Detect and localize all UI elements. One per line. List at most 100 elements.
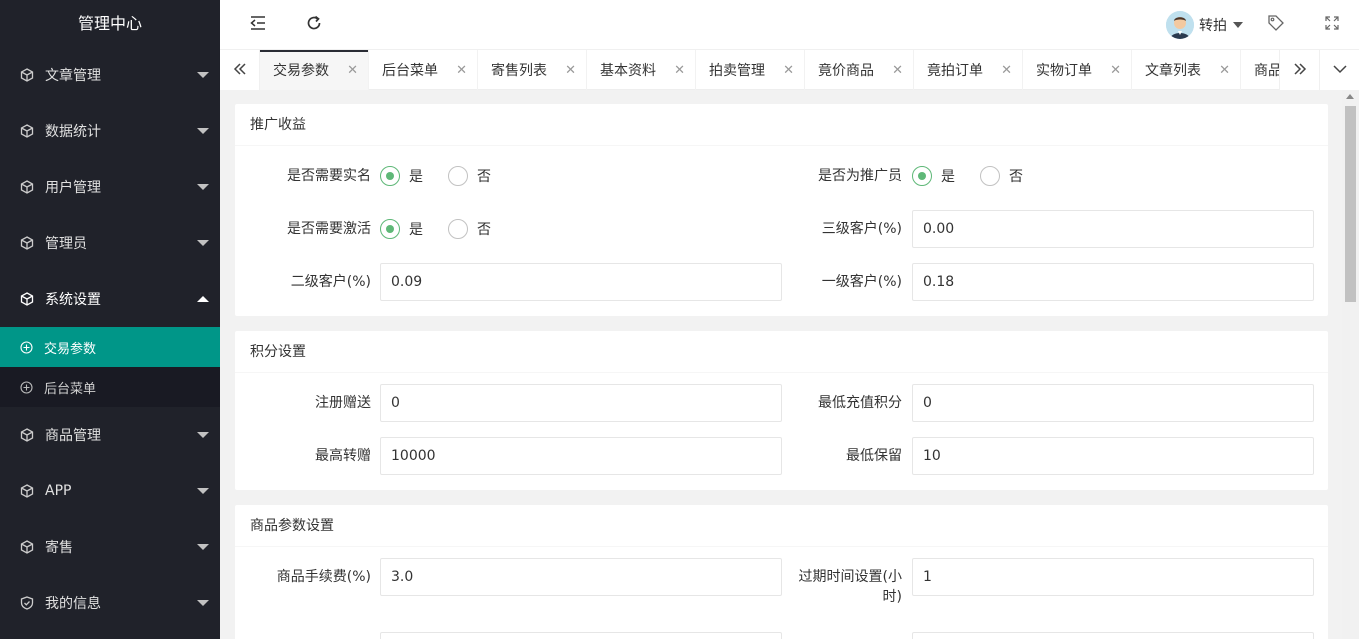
tag-icon [1267, 14, 1285, 36]
sidebar-subitem-label: 后台菜单 [44, 381, 97, 397]
top-header: 转拍 [220, 0, 1359, 50]
tab-label: 后台菜单 [382, 63, 438, 79]
chevron-down-icon [197, 128, 209, 134]
realname-yes-radio[interactable]: 是 [380, 157, 423, 195]
level1-input[interactable]: 0.18 [912, 263, 1314, 301]
scroll-thumb[interactable] [1345, 106, 1356, 302]
sidebar-item-my-info[interactable]: 我的信息 [0, 575, 220, 631]
tab-auction-manage[interactable]: 拍卖管理 ✕ [696, 50, 805, 90]
sidebar-subitem-admin-menu[interactable]: 后台菜单 [0, 367, 220, 407]
scrollbar[interactable] [1342, 90, 1359, 639]
next-input[interactable] [912, 632, 1314, 639]
cube-icon [20, 236, 34, 250]
sidebar-item-consign[interactable]: 寄售 [0, 519, 220, 575]
tabs-menu-button[interactable] [1319, 50, 1359, 90]
cube-icon [20, 292, 34, 306]
sidebar-item-label: 文章管理 [45, 68, 101, 84]
promoter-yes-radio[interactable]: 是 [912, 157, 955, 195]
realname-no-radio[interactable]: 否 [448, 157, 491, 195]
radio-checked-icon [380, 219, 400, 239]
tab-goods[interactable]: 商品 [1241, 50, 1279, 90]
double-chevron-right-icon [1292, 58, 1308, 82]
card-title: 积分设置 [235, 331, 1328, 373]
tab-trade-params[interactable]: 交易参数 ✕ [260, 50, 369, 90]
card-promo: 推广收益 是否需要实名 是 否 是否为推广员 是 否 是否需要激活 是 否 三级… [235, 104, 1328, 316]
chevron-down-icon [197, 72, 209, 78]
tabs-scroll-right-button[interactable] [1279, 50, 1319, 90]
collapse-menu-button[interactable] [248, 15, 268, 35]
plus-circle-icon [20, 380, 33, 394]
cube-icon [20, 68, 34, 82]
tab-bid-goods[interactable]: 竟价商品 ✕ [805, 50, 914, 90]
close-icon[interactable]: ✕ [1110, 63, 1121, 78]
level2-input[interactable]: 0.09 [380, 263, 782, 301]
sidebar-item-app[interactable]: APP [0, 463, 220, 519]
realname-label: 是否需要实名 [287, 168, 371, 184]
sidebar-item-admins[interactable]: 管理员 [0, 215, 220, 271]
close-icon[interactable]: ✕ [347, 63, 358, 78]
sidebar-subitem-label: 交易参数 [44, 341, 97, 357]
tab-consign-list[interactable]: 寄售列表 ✕ [478, 50, 587, 90]
tab-basic-info[interactable]: 基本资料 ✕ [587, 50, 696, 90]
fullscreen-icon [1324, 15, 1340, 35]
radio-unchecked-icon [448, 166, 468, 186]
min-recharge-input[interactable]: 0 [912, 384, 1314, 422]
tab-physical-orders[interactable]: 实物订单 ✕ [1023, 50, 1132, 90]
chevron-down-icon [197, 432, 209, 438]
radio-label: 否 [1009, 169, 1023, 185]
tab-label: 寄售列表 [491, 63, 547, 79]
radio-label: 是 [941, 169, 955, 185]
refresh-icon [305, 14, 323, 36]
tabs-scroll-left-button[interactable] [220, 50, 260, 90]
avatar [1166, 11, 1194, 39]
tag-button[interactable] [1266, 15, 1286, 35]
close-icon[interactable]: ✕ [565, 63, 576, 78]
min-keep-input[interactable]: 10 [912, 437, 1314, 475]
expire-label-line2: 时) [882, 589, 902, 605]
close-icon[interactable]: ✕ [783, 63, 794, 78]
min-keep-label: 最低保留 [846, 448, 902, 464]
chevron-down-icon [197, 184, 209, 190]
close-icon[interactable]: ✕ [674, 63, 685, 78]
user-menu[interactable]: 转拍 [1166, 10, 1243, 40]
promoter-no-radio[interactable]: 否 [980, 157, 1023, 195]
close-icon[interactable]: ✕ [892, 63, 903, 78]
close-icon[interactable]: ✕ [1001, 63, 1012, 78]
sidebar-item-articles[interactable]: 文章管理 [0, 47, 220, 103]
sidebar-item-users[interactable]: 用户管理 [0, 159, 220, 215]
max-transfer-input[interactable]: 10000 [380, 437, 782, 475]
refresh-button[interactable] [304, 15, 324, 35]
sidebar-item-stats[interactable]: 数据统计 [0, 103, 220, 159]
next-input[interactable] [380, 632, 782, 639]
sidebar-item-settings[interactable]: 系统设置 [0, 271, 220, 327]
tab-label: 基本资料 [600, 63, 656, 79]
register-input[interactable]: 0 [380, 384, 782, 422]
tab-admin-menu[interactable]: 后台菜单 ✕ [369, 50, 478, 90]
tab-bid-orders[interactable]: 竟拍订单 ✕ [914, 50, 1023, 90]
activate-yes-radio[interactable]: 是 [380, 210, 423, 248]
expire-input[interactable]: 1 [912, 558, 1314, 596]
cube-icon [20, 484, 34, 498]
radio-label: 否 [477, 169, 491, 185]
tab-label: 拍卖管理 [709, 63, 765, 79]
min-recharge-label: 最低充值积分 [818, 395, 902, 411]
shield-check-icon [20, 596, 34, 610]
activate-no-radio[interactable]: 否 [448, 210, 491, 248]
fee-input[interactable]: 3.0 [380, 558, 782, 596]
fullscreen-button[interactable] [1322, 15, 1342, 35]
close-icon[interactable]: ✕ [1219, 63, 1230, 78]
register-label: 注册赠送 [315, 395, 371, 411]
cube-icon [20, 180, 34, 194]
level2-label: 二级客户(%) [290, 274, 371, 290]
radio-unchecked-icon [980, 166, 1000, 186]
sidebar-subitem-trade-params[interactable]: 交易参数 [0, 327, 220, 367]
scroll-up-icon[interactable] [1346, 94, 1354, 99]
cube-icon [20, 540, 34, 554]
tab-article-list[interactable]: 文章列表 ✕ [1132, 50, 1241, 90]
card-points: 积分设置 注册赠送 0 最低充值积分 0 最高转赠 10000 最低保留 10 [235, 331, 1328, 490]
level3-input[interactable]: 0.00 [912, 210, 1314, 248]
close-icon[interactable]: ✕ [456, 63, 467, 78]
expire-label-line1: 过期时间设置(小 [798, 569, 902, 585]
sidebar-item-goods[interactable]: 商品管理 [0, 407, 220, 463]
sidebar-item-label: APP [45, 483, 72, 499]
